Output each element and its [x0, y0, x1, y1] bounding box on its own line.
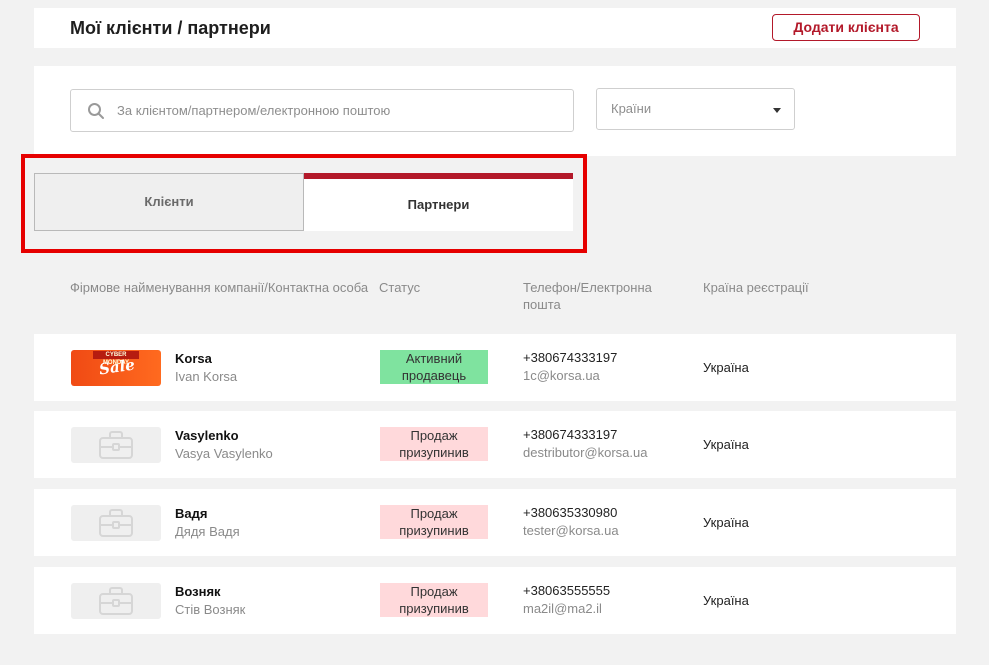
company-logo — [71, 505, 161, 541]
column-header-phone-email-line1: Телефон/Електронна — [523, 280, 652, 295]
column-header-phone-email: Телефон/Електронна пошта — [523, 279, 652, 313]
status-line2: призупинив — [399, 445, 469, 460]
company-logo — [71, 583, 161, 619]
phone: +380674333197 — [523, 350, 618, 365]
status-badge: Продаж призупинив — [380, 583, 488, 617]
email: ma2il@ma2.il — [523, 601, 602, 616]
phone: +38063555555 — [523, 583, 611, 598]
country: Україна — [703, 593, 749, 608]
status-badge: Продаж призупинив — [380, 427, 488, 461]
phone: +380635330980 — [523, 505, 618, 520]
briefcase-icon — [99, 587, 133, 615]
contact-name: Стів Возняк — [175, 602, 246, 617]
country: Україна — [703, 437, 749, 452]
table-row[interactable]: Vasylenko Vasya Vasylenko Продаж призупин… — [34, 411, 956, 478]
country: Україна — [703, 515, 749, 530]
status-line1: Продаж — [410, 506, 458, 521]
email: tester@korsa.ua — [523, 523, 619, 538]
status-line1: Активний — [405, 351, 463, 366]
briefcase-icon — [99, 509, 133, 537]
company-name: Вадя — [175, 506, 208, 521]
tabs-highlight-box — [21, 154, 587, 253]
logo-sale-text: Sale — [97, 355, 136, 379]
chevron-down-icon — [773, 108, 781, 113]
contact-name: Дядя Вадя — [175, 524, 240, 539]
country-select[interactable]: Країни — [596, 88, 795, 130]
company-name: Возняк — [175, 584, 221, 599]
contact-name: Vasya Vasylenko — [175, 446, 273, 461]
column-header-company: Фірмове найменування компанії/Контактна … — [70, 280, 369, 295]
table-row[interactable]: Вадя Дядя Вадя Продаж призупинив +3806353… — [34, 489, 956, 556]
status-line2: призупинив — [399, 601, 469, 616]
phone: +380674333197 — [523, 427, 618, 442]
contact-name: Ivan Korsa — [175, 369, 238, 384]
page-title: Мої клієнти / партнери — [70, 18, 271, 38]
column-header-status: Статус — [379, 280, 421, 295]
country: Україна — [703, 360, 749, 375]
status-line1: Продаж — [410, 428, 458, 443]
company-logo — [71, 427, 161, 463]
table-row[interactable]: CYBER MONDAY Sale Korsa Ivan Korsa Актив… — [34, 334, 956, 401]
search-icon — [88, 103, 104, 119]
column-header-phone-email-line2: пошта — [523, 297, 561, 312]
search-input[interactable] — [117, 90, 567, 131]
country-select-label: Країни — [611, 101, 652, 116]
company-logo: CYBER MONDAY Sale — [71, 350, 161, 386]
table-row[interactable]: Возняк Стів Возняк Продаж призупинив +380… — [34, 567, 956, 634]
header-card: Мої клієнти / партнери Додати клієнта — [34, 8, 956, 48]
column-header-country: Країна реєстрації — [703, 280, 809, 295]
add-client-button[interactable]: Додати клієнта — [772, 14, 920, 41]
status-badge: Продаж призупинив — [380, 505, 488, 539]
briefcase-icon — [99, 431, 133, 459]
status-line2: призупинив — [399, 523, 469, 538]
status-line2: продавець — [401, 368, 467, 383]
search-box[interactable] — [70, 89, 574, 132]
filter-card: Країни — [34, 66, 956, 156]
status-badge: Активний продавець — [380, 350, 488, 384]
company-name: Korsa — [175, 351, 212, 366]
email: 1c@korsa.ua — [523, 368, 600, 383]
company-name: Vasylenko — [175, 428, 239, 443]
status-line1: Продаж — [410, 584, 458, 599]
email: destributor@korsa.ua — [523, 445, 648, 460]
